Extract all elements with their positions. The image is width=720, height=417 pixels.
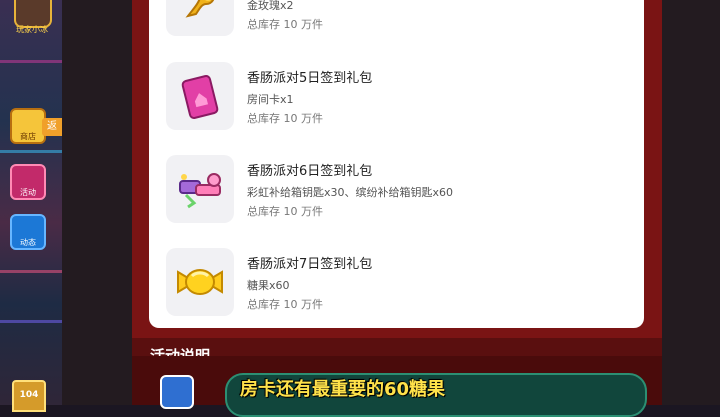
reward-title: 香肠派对6日签到礼包: [247, 164, 373, 179]
candy-icon: [166, 248, 234, 316]
neon-streak: [0, 270, 62, 273]
game-background: [0, 0, 62, 405]
neon-streak: [0, 60, 62, 63]
reward-item[interactable]: 香肠派对6日签到礼包 彩虹补给箱钥匙x30、缤纷补给箱钥匙x60 总库存 10 …: [166, 155, 586, 223]
event-button[interactable]: 活动: [10, 164, 46, 200]
reward-item[interactable]: 香肠派对5日签到礼包 房间卡x1 总库存 10 万件: [166, 62, 586, 130]
reward-detail: 金玫瑰x2: [247, 0, 294, 12]
reward-title: 香肠派对5日签到礼包: [247, 71, 373, 86]
reward-stock: 总库存 10 万件: [247, 18, 323, 31]
tap-feed-button[interactable]: 动态: [10, 214, 46, 250]
keys-icon: [166, 155, 234, 223]
reward-detail: 糖果x60: [247, 279, 290, 292]
neon-streak: [0, 150, 62, 153]
caption-text: 房卡还有最重要的60糖果: [240, 379, 446, 400]
shop-button[interactable]: 商店: [10, 108, 46, 144]
backdrop: [62, 0, 132, 405]
level-badge: 104: [12, 380, 46, 412]
reward-item[interactable]: 香肠派对7日签到礼包 糖果x60 总库存 10 万件: [166, 248, 586, 316]
player-name: 玩家小冰: [16, 25, 48, 34]
reward-stock: 总库存 10 万件: [247, 298, 323, 311]
tap-label: 动态: [20, 238, 36, 247]
reward-detail: 彩虹补给箱钥匙x30、缤纷补给箱钥匙x60: [247, 186, 454, 199]
event-label: 活动: [20, 188, 36, 197]
section-title: 活动说明: [150, 347, 211, 356]
backdrop: [662, 0, 720, 405]
gold-rose-icon: [166, 0, 234, 36]
reward-stock: 总库存 10 万件: [247, 112, 323, 125]
neon-streak: [0, 320, 62, 323]
reward-stock: 总库存 10 万件: [247, 205, 323, 218]
reward-detail: 房间卡x1: [247, 93, 294, 106]
commenter-avatar[interactable]: [160, 375, 194, 409]
reward-title: 香肠派对7日签到礼包: [247, 257, 373, 272]
return-tab[interactable]: 返: [42, 118, 62, 136]
section-header: [132, 338, 662, 356]
shop-label: 商店: [20, 132, 36, 141]
room-card-icon: [166, 62, 234, 130]
reward-item[interactable]: 金玫瑰x2 总库存 10 万件: [166, 0, 586, 36]
